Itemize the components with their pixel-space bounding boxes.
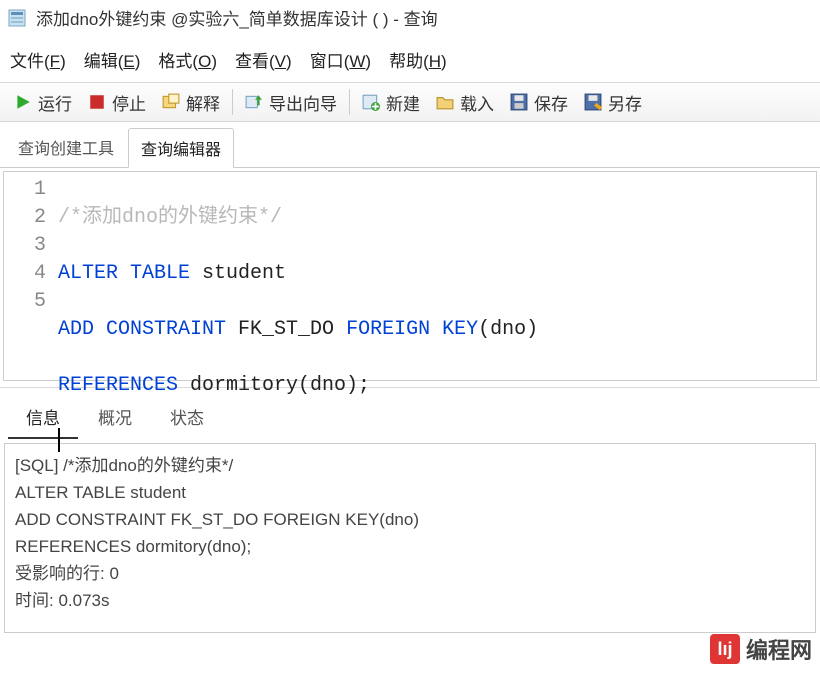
menu-file[interactable]: 文件(F) — [10, 47, 66, 72]
export-icon — [245, 93, 263, 111]
window-titlebar: 添加dno外键约束 @实验六_简单数据库设计 ( ) - 查询 — [0, 0, 820, 35]
watermark: lıj 编程网 — [710, 633, 812, 665]
sql-keyword: FOREIGN KEY — [346, 318, 478, 341]
menu-help[interactable]: 帮助(H) — [389, 47, 447, 72]
code-area[interactable]: /*添加dno的外键约束*/ ALTER TABLE student ADD C… — [58, 172, 538, 380]
watermark-text: 编程网 — [746, 633, 812, 665]
line-number-gutter: 1 2 3 4 5 — [4, 172, 58, 380]
menu-window[interactable]: 窗口(W) — [310, 47, 371, 72]
save-button[interactable]: 保存 — [502, 86, 576, 119]
tab-query-builder[interactable]: 查询创建工具 — [6, 128, 126, 167]
menubar: 文件(F) 编辑(E) 格式(O) 查看(V) 窗口(W) 帮助(H) — [0, 35, 820, 82]
message-line: REFERENCES dormitory(dno); — [15, 533, 805, 560]
new-icon — [362, 93, 380, 111]
run-button[interactable]: 运行 — [6, 86, 80, 119]
explain-button[interactable]: 解释 — [154, 86, 228, 119]
sql-editor[interactable]: 1 2 3 4 5 /*添加dno的外键约束*/ ALTER TABLE stu… — [3, 171, 817, 381]
sql-keyword: REFERENCES — [58, 374, 190, 397]
menu-format[interactable]: 格式(O) — [158, 47, 217, 72]
sql-identifier: FK_ST_DO — [238, 318, 346, 341]
line-number: 5 — [4, 288, 46, 316]
app-icon — [8, 9, 26, 27]
save-as-button[interactable]: 另存 — [576, 86, 650, 119]
load-button[interactable]: 载入 — [428, 86, 502, 119]
toolbar-separator — [349, 89, 350, 115]
stop-icon — [88, 93, 106, 111]
tab-query-editor[interactable]: 查询编辑器 — [128, 128, 234, 168]
line-number: 1 — [4, 176, 46, 204]
sql-keyword: ALTER TABLE — [58, 262, 202, 285]
editor-tabs: 查询创建工具 查询编辑器 — [0, 122, 820, 168]
line-number: 3 — [4, 232, 46, 260]
menu-edit[interactable]: 编辑(E) — [84, 47, 141, 72]
window-title: 添加dno外键约束 @实验六_简单数据库设计 ( ) - 查询 — [36, 5, 438, 30]
save-icon — [510, 93, 528, 111]
line-number: 4 — [4, 260, 46, 288]
explain-icon — [162, 93, 180, 111]
text-cursor — [58, 428, 60, 452]
sql-identifier: (dno) — [478, 318, 538, 341]
toolbar: 运行 停止 解释 导出向导 新建 载入 保存 另存 — [0, 82, 820, 122]
save-as-icon — [584, 93, 602, 111]
message-line: 受影响的行: 0 — [15, 560, 805, 587]
folder-open-icon — [436, 93, 454, 111]
sql-identifier: student — [202, 262, 286, 285]
message-line: 时间: 0.073s — [15, 587, 805, 614]
play-icon — [14, 93, 32, 111]
new-button[interactable]: 新建 — [354, 86, 428, 119]
stop-button[interactable]: 停止 — [80, 86, 154, 119]
code-comment: /*添加dno的外键约束*/ — [58, 206, 282, 229]
export-wizard-button[interactable]: 导出向导 — [237, 86, 345, 119]
toolbar-separator — [232, 89, 233, 115]
menu-view[interactable]: 查看(V) — [235, 47, 292, 72]
watermark-logo-icon: lıj — [710, 634, 740, 664]
sql-keyword: ADD CONSTRAINT — [58, 318, 238, 341]
line-number: 2 — [4, 204, 46, 232]
sql-identifier: dormitory(dno); — [190, 374, 370, 397]
